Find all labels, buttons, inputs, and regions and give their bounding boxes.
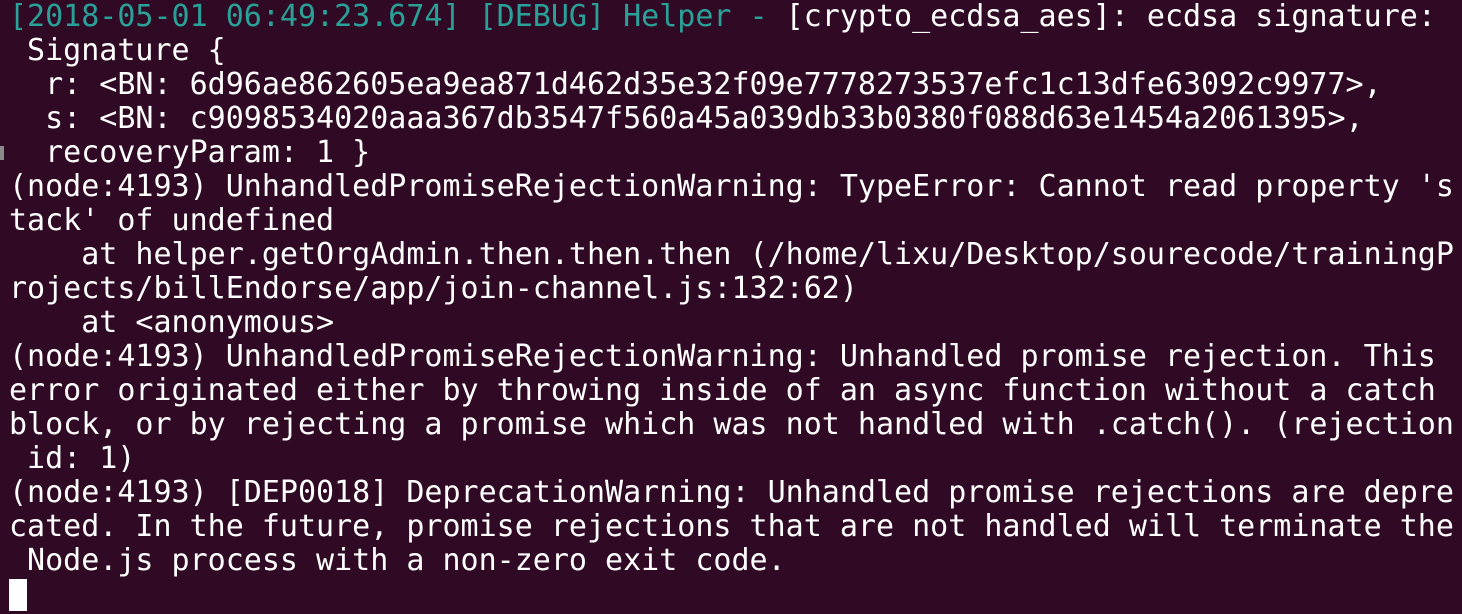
log-timestamp: [2018-05-01 06:49:23.674] [9,0,461,34]
output-line: tack' of undefined [9,203,335,238]
output-line: r: <BN: 6d96ae862605ea9ea871d462d35e32f0… [9,67,1382,102]
output-line: rojects/billEndorse/app/join-channel.js:… [9,271,858,306]
output-line: (node:4193) [DEP0018] DeprecationWarning… [9,475,1454,510]
scrollbar-marker[interactable] [0,146,4,160]
output-line: at <anonymous> [9,305,335,340]
output-line: block, or by rejecting a promise which w… [9,407,1454,442]
log-level: [DEBUG] [478,0,606,34]
prompt-line[interactable] [9,578,1462,612]
text-cursor [9,579,27,611]
terminal-window[interactable]: [2018-05-01 06:49:23.674] [DEBUG] Helper… [0,0,1462,614]
log-component: Helper - [623,0,768,34]
output-line: Signature { [9,33,226,68]
output-line: at helper.getOrgAdmin.then.then.then (/h… [9,237,1454,272]
output-line: id: 1) [9,441,136,476]
output-line: cated. In the future, promise rejections… [9,509,1454,544]
log-header-line: [2018-05-01 06:49:23.674] [DEBUG] Helper… [9,0,1462,34]
output-line: s: <BN: c9098534020aaa367db3547f560a45a0… [9,101,1364,136]
output-line: error originated either by throwing insi… [9,373,1436,408]
output-line: Node.js process with a non-zero exit cod… [9,543,786,578]
output-line: recoveryParam: 1 } [9,135,371,170]
output-line: (node:4193) UnhandledPromiseRejectionWar… [9,339,1436,374]
log-message: [crypto_ecdsa_aes]: ecdsa signature: [785,0,1436,34]
output-line: (node:4193) UnhandledPromiseRejectionWar… [9,169,1454,204]
